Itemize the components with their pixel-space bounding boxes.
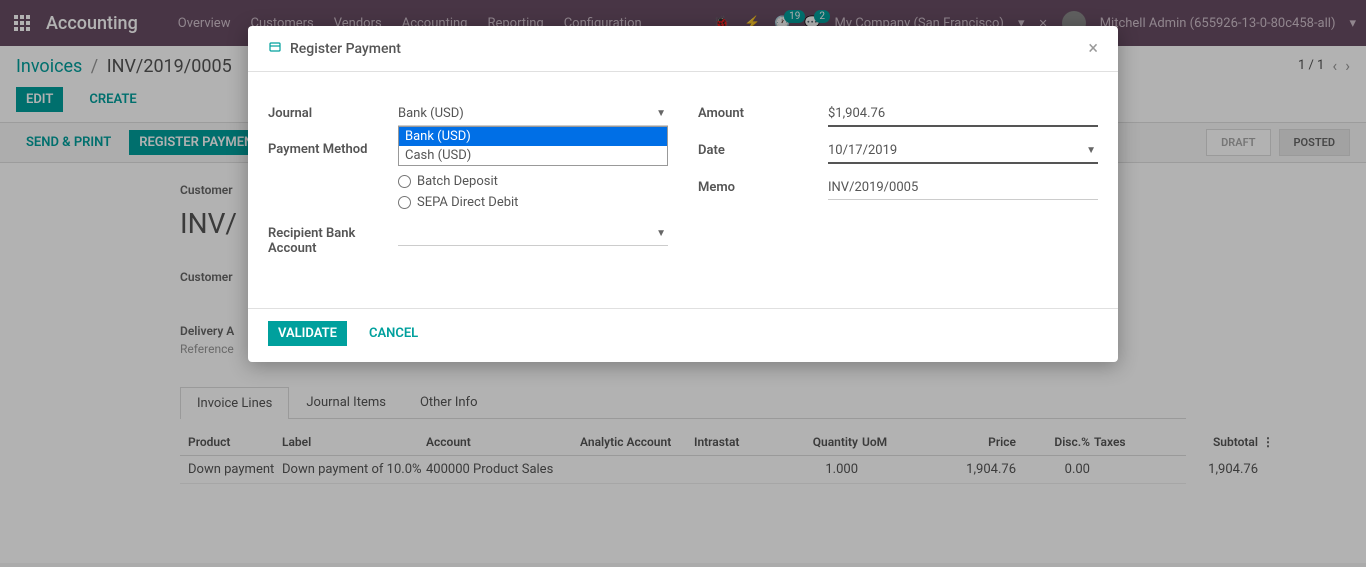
date-input[interactable] bbox=[828, 139, 1098, 164]
payment-method-label: Payment Method bbox=[268, 138, 398, 157]
pm-sepa-label: SEPA Direct Debit bbox=[417, 195, 518, 210]
pm-batch-radio[interactable] bbox=[398, 175, 411, 188]
modal-body: Journal ▼ Bank (USD) Cash (USD) Payment … bbox=[248, 72, 1118, 308]
pm-sepa[interactable]: SEPA Direct Debit bbox=[398, 195, 668, 210]
modal-title: Register Payment bbox=[290, 41, 401, 57]
journal-control: ▼ Bank (USD) Cash (USD) bbox=[398, 102, 668, 126]
memo-label: Memo bbox=[698, 176, 828, 195]
recipient-bank-label: Recipient Bank Account bbox=[268, 222, 398, 256]
date-label: Date bbox=[698, 139, 828, 158]
journal-option-cash[interactable]: Cash (USD) bbox=[399, 146, 667, 165]
memo-control bbox=[828, 176, 1098, 200]
recipient-bank-control: ▼ bbox=[398, 222, 668, 246]
pm-sepa-radio[interactable] bbox=[398, 196, 411, 209]
payment-icon bbox=[268, 40, 282, 58]
memo-input[interactable] bbox=[828, 176, 1098, 200]
date-control: ▼ bbox=[828, 139, 1098, 164]
cancel-button[interactable]: CANCEL bbox=[359, 321, 428, 346]
journal-option-bank[interactable]: Bank (USD) bbox=[399, 127, 667, 146]
pm-batch-label: Batch Deposit bbox=[417, 174, 498, 189]
journal-row: Journal ▼ Bank (USD) Cash (USD) bbox=[268, 102, 668, 126]
date-row: Date ▼ bbox=[698, 139, 1098, 164]
journal-dropdown: Bank (USD) Cash (USD) bbox=[398, 126, 668, 166]
amount-row: Amount bbox=[698, 102, 1098, 127]
recipient-bank-input[interactable] bbox=[398, 222, 668, 246]
validate-button[interactable]: VALIDATE bbox=[268, 321, 347, 346]
amount-control bbox=[828, 102, 1098, 127]
modal-header: Register Payment × bbox=[248, 26, 1118, 72]
modal-left-col: Journal ▼ Bank (USD) Cash (USD) Payment … bbox=[268, 102, 668, 268]
memo-row: Memo bbox=[698, 176, 1098, 200]
pm-batch-deposit[interactable]: Batch Deposit bbox=[398, 174, 668, 189]
close-icon[interactable]: × bbox=[1088, 38, 1098, 59]
modal-right-col: Amount Date ▼ Memo bbox=[698, 102, 1098, 268]
recipient-bank-row: Recipient Bank Account ▼ bbox=[268, 222, 668, 256]
modal-footer: VALIDATE CANCEL bbox=[248, 308, 1118, 362]
amount-label: Amount bbox=[698, 102, 828, 121]
journal-input[interactable] bbox=[398, 102, 668, 126]
journal-label: Journal bbox=[268, 102, 398, 121]
amount-input[interactable] bbox=[828, 102, 1098, 127]
register-payment-modal: Register Payment × Journal ▼ Bank (USD) … bbox=[248, 26, 1118, 362]
